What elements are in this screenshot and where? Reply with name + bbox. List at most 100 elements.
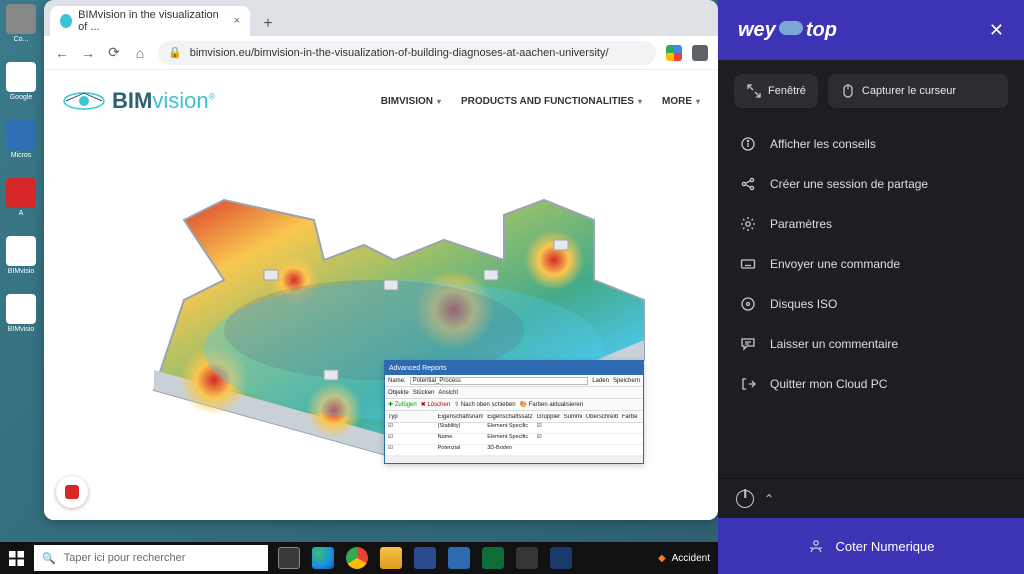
menu-send-command[interactable]: Envoyer une commande: [734, 244, 1008, 284]
desktop-icon[interactable]: BIMvisio: [4, 294, 38, 338]
tab-bar: BIMvision in the visualization of ... × …: [44, 0, 718, 36]
app-icon[interactable]: [544, 542, 578, 574]
lock-icon: 🔒: [168, 46, 182, 59]
tool-add[interactable]: ✚ Zufügen: [388, 401, 417, 408]
weytop-body: Fenêtré Capturer le curseur Afficher les…: [718, 60, 1024, 478]
logo-eye-icon: [62, 90, 106, 112]
menu-more[interactable]: MORE▾: [662, 96, 700, 107]
reports-name-input[interactable]: Potential_Process: [410, 377, 589, 385]
disc-icon: [740, 296, 756, 312]
bimvision-logo[interactable]: BIMvision®: [62, 88, 215, 114]
desktop-icon[interactable]: Co...: [4, 4, 38, 48]
chevron-up-icon[interactable]: ⌃: [764, 492, 774, 506]
reports-laden-button[interactable]: Laden: [592, 378, 609, 384]
close-icon[interactable]: ✕: [989, 20, 1004, 41]
search-placeholder: Taper ici pour rechercher: [64, 552, 186, 564]
reports-titlebar[interactable]: Advanced Reports: [385, 361, 643, 375]
menu-settings[interactable]: Paramètres: [734, 204, 1008, 244]
edge-icon[interactable]: [306, 542, 340, 574]
weytop-footer: ⌃: [718, 478, 1024, 518]
taskbar-search[interactable]: 🔍 Taper ici pour rechercher: [34, 545, 268, 571]
app-icon[interactable]: [442, 542, 476, 574]
desktop-icon[interactable]: Google: [4, 62, 38, 106]
notification-bell-button[interactable]: [56, 476, 88, 508]
reports-speichern-button[interactable]: Speichern: [613, 378, 640, 384]
mouse-icon: [840, 83, 856, 99]
power-icon[interactable]: [736, 490, 754, 508]
gear-icon: [740, 216, 756, 232]
nav-forward-icon[interactable]: →: [80, 45, 96, 61]
new-tab-button[interactable]: +: [256, 12, 280, 36]
address-bar: ← → ⟳ ⌂ 🔒 bimvision.eu/bimvision-in-the-…: [44, 36, 718, 70]
addrbar-right: [666, 45, 708, 61]
nav-back-icon[interactable]: ←: [54, 45, 70, 61]
browser-window: BIMvision in the visualization of ... × …: [44, 0, 718, 520]
warning-icon: ◆: [658, 553, 666, 564]
comment-icon: [740, 336, 756, 352]
menu-leave-comment[interactable]: Laisser un commentaire: [734, 324, 1008, 364]
menu-bimvision[interactable]: BIMVISION▾: [381, 96, 441, 107]
reports-tabs: Objekte Stücken Ansicht: [385, 387, 643, 399]
url-text: bimvision.eu/bimvision-in-the-visualizat…: [190, 47, 609, 59]
collapse-icon: [746, 83, 762, 99]
cloud-icon: [779, 21, 803, 35]
store-icon[interactable]: [408, 542, 442, 574]
menu-products[interactable]: PRODUCTS AND FUNCTIONALITIES▾: [461, 96, 642, 107]
browser-tab[interactable]: BIMvision in the visualization of ... ×: [50, 6, 250, 36]
weytop-header: weytop ✕: [718, 0, 1024, 60]
tool-color[interactable]: 🎨 Farben aktualisieren: [520, 401, 584, 408]
tab-title: BIMvision in the visualization of ...: [78, 9, 221, 33]
tab-objekte[interactable]: Objekte: [388, 390, 409, 396]
table-row[interactable]: ☑Potenzial3D-Boden: [385, 445, 643, 456]
tab-ansicht[interactable]: Ansicht: [438, 390, 458, 396]
main-menu: BIMVISION▾ PRODUCTS AND FUNCTIONALITIES▾…: [381, 96, 700, 107]
chevron-down-icon: ▾: [437, 97, 441, 106]
google-icon[interactable]: [666, 45, 682, 61]
tab-close-icon[interactable]: ×: [234, 15, 240, 27]
chrome-icon[interactable]: [340, 542, 374, 574]
reports-name-row: Name: Potential_Process Laden Speichern: [385, 375, 643, 387]
reports-body: ☑(Stability)Element Specific☑ ☑NameEleme…: [385, 423, 643, 456]
chevron-down-icon: ▾: [696, 97, 700, 106]
taskview-icon[interactable]: [272, 542, 306, 574]
taskbar-apps: [270, 542, 578, 574]
reports-toolbar: ✚ Zufügen ✖ Löschen ⇧ Nach oben schieben…: [385, 399, 643, 411]
desktop-icon[interactable]: BIMvisio: [4, 236, 38, 280]
app-icon[interactable]: [476, 542, 510, 574]
weytop-sidebar: weytop ✕ Fenêtré Capturer le curseur Aff…: [718, 0, 1024, 574]
menu-tips[interactable]: Afficher les conseils: [734, 124, 1008, 164]
start-button[interactable]: [0, 542, 32, 574]
url-box[interactable]: 🔒 bimvision.eu/bimvision-in-the-visualiz…: [158, 41, 656, 65]
table-row[interactable]: ☑NameElement Specific☑: [385, 434, 643, 445]
weytop-logo[interactable]: weytop: [738, 19, 837, 42]
weytop-action-buttons: Fenêtré Capturer le curseur: [734, 74, 1008, 108]
translate-icon[interactable]: [692, 45, 708, 61]
logout-icon: [740, 376, 756, 392]
weytop-bottom-bar[interactable]: Coter Numerique: [718, 518, 1024, 574]
desktop-icon[interactable]: Micros: [4, 120, 38, 164]
desktop-icon[interactable]: A: [4, 178, 38, 222]
nav-home-icon[interactable]: ⌂: [132, 45, 148, 61]
app-icon[interactable]: [510, 542, 544, 574]
nav-reload-icon[interactable]: ⟳: [106, 45, 122, 61]
desktop-icons-column: Co... Google Micros A BIMvisio BIMvisio: [4, 4, 44, 338]
share-icon: [740, 176, 756, 192]
table-row[interactable]: ☑(Stability)Element Specific☑: [385, 423, 643, 434]
weytop-menu-list: Afficher les conseils Créer une session …: [734, 124, 1008, 404]
advanced-reports-panel[interactable]: Advanced Reports Name: Potential_Process…: [384, 360, 644, 464]
tray-text: Accident: [672, 553, 710, 564]
tool-del[interactable]: ✖ Löschen: [421, 401, 450, 408]
windowed-button[interactable]: Fenêtré: [734, 74, 818, 108]
avatar-icon: [808, 538, 824, 554]
menu-share-session[interactable]: Créer une session de partage: [734, 164, 1008, 204]
explorer-icon[interactable]: [374, 542, 408, 574]
chevron-down-icon: ▾: [638, 97, 642, 106]
capture-cursor-button[interactable]: Capturer le curseur: [828, 74, 1008, 108]
tool-move[interactable]: ⇧ Nach oben schieben: [454, 401, 515, 408]
menu-quit-cloudpc[interactable]: Quitter mon Cloud PC: [734, 364, 1008, 404]
page-header: BIMvision® BIMVISION▾ PRODUCTS AND FUNCT…: [44, 70, 718, 118]
info-icon: [740, 136, 756, 152]
menu-iso-disks[interactable]: Disques ISO: [734, 284, 1008, 324]
taskbar-tray[interactable]: ◆ Accident: [658, 553, 718, 564]
tab-stuecken[interactable]: Stücken: [413, 390, 435, 396]
